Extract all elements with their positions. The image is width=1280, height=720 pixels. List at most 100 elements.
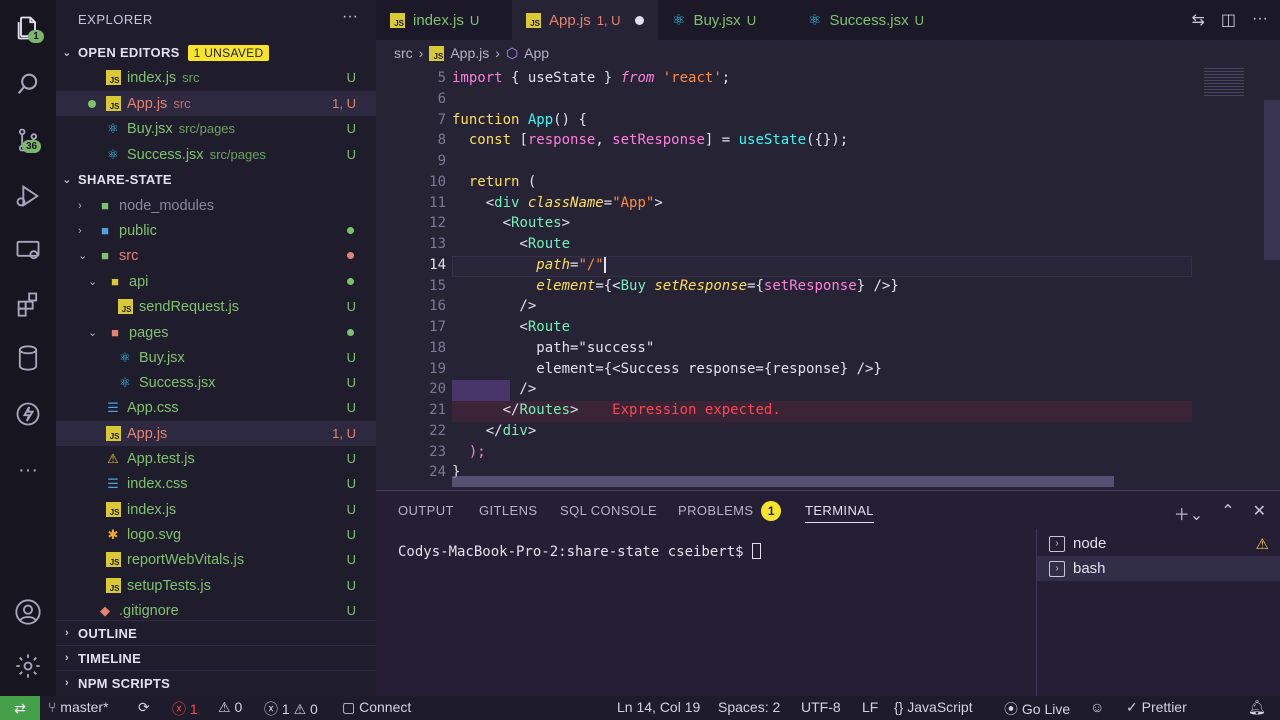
connect-button[interactable]: ▢ Connect — [342, 699, 411, 716]
tree-item-label: index.css — [127, 475, 188, 492]
panel-tab-output[interactable]: OUTPUT — [398, 503, 454, 518]
tree-folder-pages[interactable]: ⌄ ■ pages — [56, 320, 376, 345]
tab-status: U — [746, 12, 757, 28]
vertical-scrollbar[interactable] — [1264, 100, 1280, 260]
tree-file-sendrequest-js[interactable]: JS sendRequest.js U — [56, 294, 376, 319]
unsaved-dot-icon[interactable] — [634, 15, 644, 25]
open-editor-app-js[interactable]: JS App.js src 1, U — [56, 91, 376, 116]
breadcrumb-symbol[interactable]: App — [524, 45, 549, 61]
branch-indicator[interactable]: ⑂ master* — [48, 699, 109, 715]
project-header[interactable]: ⌄ SHARE-STATE — [56, 167, 376, 192]
css-file-icon: ☰ — [107, 399, 119, 415]
line-number: 15 — [429, 278, 446, 294]
panel-tab-sql-console[interactable]: SQL CONSOLE — [560, 503, 657, 518]
tab-app-js[interactable]: JS App.js 1, U — [512, 0, 658, 40]
database-icon[interactable] — [0, 330, 56, 386]
tab-index-js[interactable]: JS index.js U — [376, 0, 512, 40]
search-icon[interactable] — [0, 56, 56, 112]
line-number: 17 — [429, 319, 446, 335]
tab-buy-jsx[interactable]: ⚛ Buy.jsx U — [658, 0, 794, 40]
tree-file-buy-jsx[interactable]: ⚛ Buy.jsx U — [56, 345, 376, 370]
sync-icon[interactable]: ⟳ — [138, 699, 150, 716]
open-editor-index-js[interactable]: JS index.js src U — [56, 65, 376, 90]
outline-header[interactable]: › OUTLINE — [56, 620, 376, 645]
indentation[interactable]: Spaces: 2 — [718, 699, 780, 715]
terminal-item-node[interactable]: › node ⚠ — [1037, 531, 1280, 556]
explorer-icon[interactable]: 1 — [0, 0, 56, 56]
prettier-button[interactable]: ✓ Prettier — [1126, 699, 1187, 716]
tree-file-index-js[interactable]: JS index.js U — [56, 497, 376, 522]
code-line: element={<Success response={response} />… — [452, 361, 882, 377]
js-file-icon: JS — [104, 501, 122, 519]
encoding[interactable]: UTF-8 — [801, 699, 841, 715]
tree-file-app-css[interactable]: ☰ App.css U — [56, 395, 376, 420]
breadcrumb-file[interactable]: App.js — [450, 45, 489, 61]
problems-label: PROBLEMS — [678, 503, 754, 518]
timeline-header[interactable]: › TIMELINE — [56, 645, 376, 670]
copilot-icon[interactable]: ☺ — [1090, 699, 1104, 715]
tree-folder-api[interactable]: ⌄ ■ api — [56, 269, 376, 294]
react-icon: ⚛ — [119, 349, 131, 365]
tree-file-logo-svg[interactable]: ✱ logo.svg U — [56, 522, 376, 547]
tree-file-success-jsx[interactable]: ⚛ Success.jsx U — [56, 370, 376, 395]
open-editor-buy-jsx[interactable]: ⚛ Buy.jsx src/pages U — [56, 116, 376, 141]
explorer-more-icon[interactable]: ··· — [342, 8, 358, 26]
errors-indicator[interactable]: ⓧ 1 — [172, 699, 198, 719]
tree-file-setuptests-js[interactable]: JS setupTests.js U — [56, 573, 376, 598]
tab-status: 1, U — [596, 12, 621, 28]
language-mode[interactable]: {} JavaScript — [894, 699, 973, 715]
minimap[interactable] — [1196, 66, 1280, 490]
tree-item-label: App.css — [127, 399, 179, 416]
tab-success-jsx[interactable]: ⚛ Success.jsx U — [794, 0, 944, 40]
more-icon[interactable]: ··· — [0, 442, 56, 498]
info-indicator[interactable]: ⓧ 1 ⚠ 0 — [264, 699, 318, 719]
git-file-icon: ◆ — [100, 602, 110, 618]
account-icon[interactable] — [0, 584, 56, 640]
git-status: U — [346, 502, 356, 517]
run-debug-icon[interactable] — [0, 168, 56, 224]
tree-file-app-test-js[interactable]: ⚠ App.test.js U — [56, 446, 376, 471]
source-control-icon[interactable]: 36 — [0, 112, 56, 168]
code-editor[interactable]: 5 6 7 8 9 10 11 12 13 14 15 16 17 18 19 … — [376, 66, 1196, 490]
tree-folder-public[interactable]: › ■ public — [56, 218, 376, 243]
open-editors-header[interactable]: ⌄ OPEN EDITORS 1 UNSAVED — [56, 40, 376, 65]
end-of-line[interactable]: LF — [862, 699, 878, 715]
remote-explorer-icon[interactable] — [0, 222, 56, 278]
tree-folder-src[interactable]: ⌄ ■ src — [56, 243, 376, 268]
close-panel-icon[interactable]: ✕ — [1253, 501, 1266, 525]
terminal-output[interactable]: Codys-MacBook-Pro-2:share-state cseibert… — [398, 543, 762, 560]
tree-item-label: src — [119, 247, 139, 264]
terminal-item-bash[interactable]: › bash — [1037, 556, 1280, 581]
compare-changes-icon[interactable]: ⇆ — [1191, 10, 1204, 30]
breadcrumb-folder[interactable]: src — [394, 45, 413, 61]
tree-item-label: public — [119, 222, 157, 239]
go-live-button[interactable]: ⦿ Go Live — [1004, 699, 1070, 719]
git-status: U — [346, 70, 356, 85]
panel-tab-terminal[interactable]: TERMINAL — [805, 503, 874, 523]
tree-folder-node-modules[interactable]: › ■ node_modules — [56, 193, 376, 218]
npm-scripts-header[interactable]: › NPM SCRIPTS — [56, 670, 376, 695]
new-terminal-icon[interactable]: ＋⌄ — [1174, 501, 1203, 525]
remote-indicator-icon[interactable]: ⇄ — [0, 696, 40, 720]
thunder-client-icon[interactable] — [0, 386, 56, 442]
more-actions-icon[interactable]: ··· — [1252, 10, 1268, 30]
maximize-panel-icon[interactable]: ⌃ — [1221, 501, 1234, 525]
split-editor-icon[interactable]: ◫ — [1221, 10, 1236, 30]
open-editor-success-jsx[interactable]: ⚛ Success.jsx src/pages U — [56, 142, 376, 167]
tree-file-index-css[interactable]: ☰ index.css U — [56, 471, 376, 496]
notifications-bell-icon[interactable]: 🔔︎ — [1248, 699, 1266, 716]
panel-tab-problems[interactable]: PROBLEMS 1 — [678, 501, 782, 521]
tree-file-reportwebvitals-js[interactable]: JS reportWebVitals.js U — [56, 547, 376, 572]
line-number: 24 — [429, 464, 446, 480]
extensions-icon[interactable] — [0, 276, 56, 332]
tree-file-app-js[interactable]: JS App.js 1, U — [56, 421, 376, 446]
code-line: </div> — [452, 423, 537, 439]
terminal-icon: › — [1049, 560, 1065, 577]
horizontal-scrollbar[interactable] — [452, 476, 1114, 487]
activity-bar: 1 36 ··· — [0, 0, 56, 696]
warnings-indicator[interactable]: ⚠ 0 — [218, 699, 242, 716]
settings-gear-icon[interactable] — [0, 638, 56, 694]
panel-tab-gitlens[interactable]: GITLENS — [479, 503, 537, 518]
tree-item-label: Buy.jsx — [139, 349, 185, 366]
cursor-position[interactable]: Ln 14, Col 19 — [617, 699, 700, 715]
